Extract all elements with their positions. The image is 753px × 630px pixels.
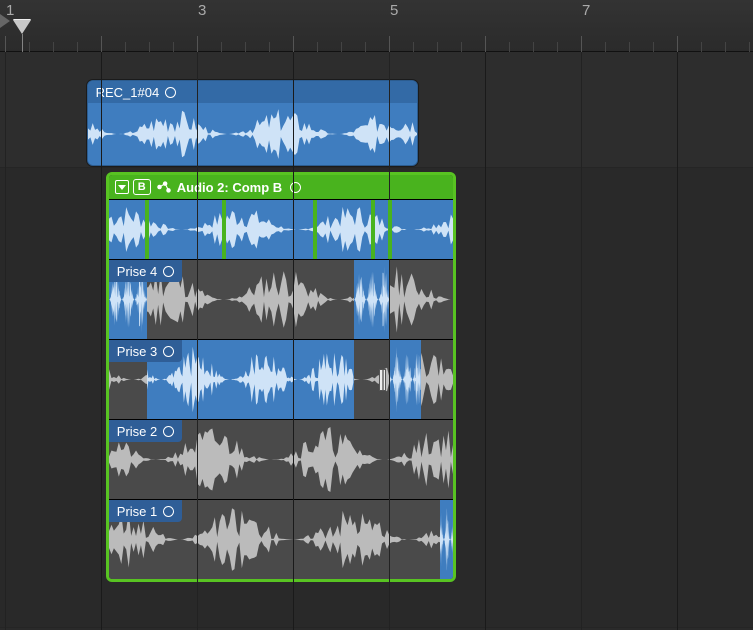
loop-icon[interactable] [165,87,176,98]
comp-selector[interactable]: B [133,179,151,195]
take-selection[interactable] [440,500,456,579]
arrange-area[interactable]: REC_1#04 B Audio 2: Comp B Prise 4Prise [0,52,753,630]
quick-swipe-icon[interactable] [155,178,173,196]
loop-icon[interactable] [163,506,174,517]
take-label[interactable]: Prise 4 [109,260,182,282]
take-folder-name: Audio 2: Comp B [177,180,282,195]
comp-splice-divider[interactable] [145,200,149,259]
take-label[interactable]: Prise 2 [109,420,182,442]
loop-icon[interactable] [290,182,301,193]
comp-splice-divider[interactable] [313,200,317,259]
take-row[interactable]: Prise 4 [109,259,453,339]
audio-region[interactable]: REC_1#04 [87,80,418,166]
take-name: Prise 1 [117,504,157,519]
disclosure-triangle-icon[interactable] [115,180,129,194]
take-label[interactable]: Prise 1 [109,500,182,522]
bar-number: 5 [390,2,398,19]
take-label[interactable]: Prise 3 [109,340,182,362]
region-header[interactable]: REC_1#04 [88,81,417,103]
bar-number: 1 [6,2,14,19]
timeline-ruler[interactable]: 1 3 5 7 [0,0,753,52]
take-name: Prise 3 [117,344,157,359]
take-name: Prise 4 [117,264,157,279]
take-row[interactable]: Prise 1 [109,499,453,579]
bar-number: 7 [582,2,590,19]
splice-handle[interactable] [379,369,386,391]
comp-splice-divider[interactable] [388,200,392,259]
bar-number: 3 [198,2,206,19]
take-folder[interactable]: B Audio 2: Comp B Prise 4 Prise 3 Prise 2 P… [106,172,456,582]
region-name: REC_1#04 [96,85,160,100]
comp-row[interactable] [109,199,453,259]
waveform [88,103,417,165]
take-row[interactable]: Prise 2 [109,419,453,499]
take-name: Prise 2 [117,424,157,439]
take-folder-header[interactable]: B Audio 2: Comp B [109,175,453,199]
take-row[interactable]: Prise 3 [109,339,453,419]
take-selection[interactable] [354,260,390,339]
waveform [109,200,453,259]
comp-splice-divider[interactable] [371,200,375,259]
loop-icon[interactable] [163,426,174,437]
loop-icon[interactable] [163,266,174,277]
comp-splice-divider[interactable] [222,200,226,259]
take-selection[interactable] [390,340,421,419]
loop-icon[interactable] [163,346,174,357]
